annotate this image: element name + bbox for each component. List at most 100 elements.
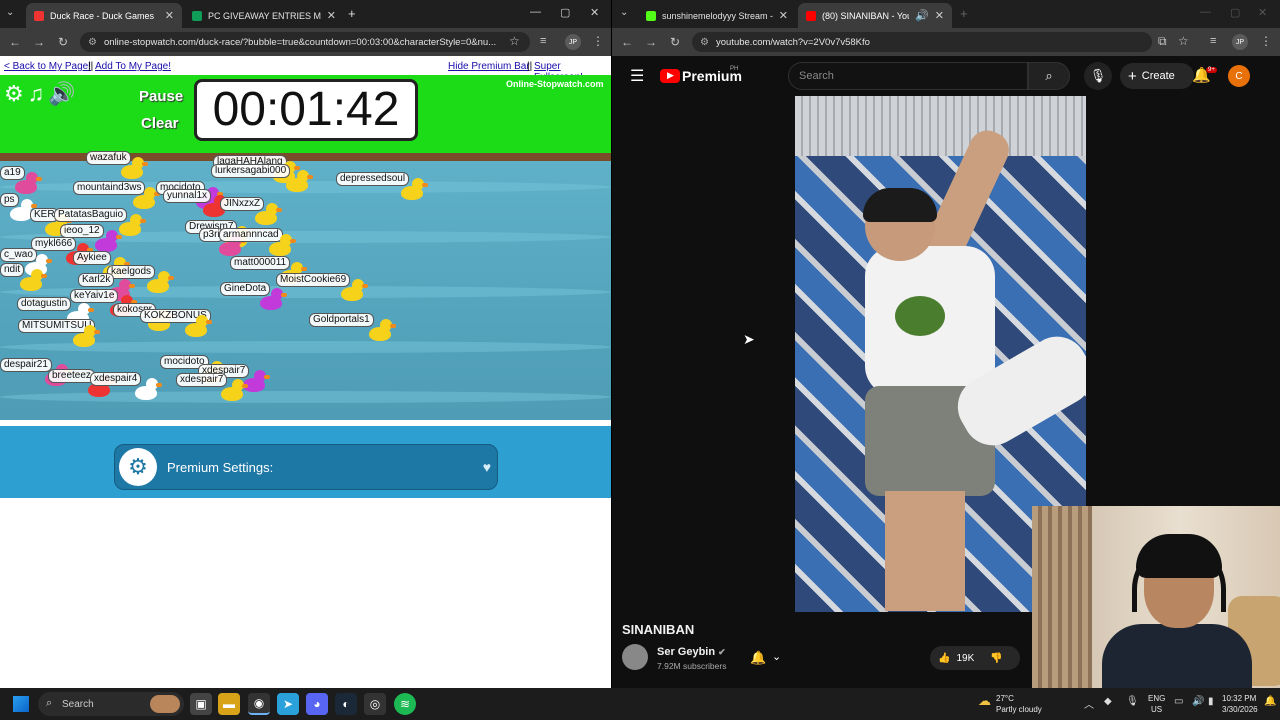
- obs-icon[interactable]: ◎: [364, 693, 386, 715]
- clock-time[interactable]: 10:32 PM: [1222, 694, 1256, 704]
- close-window-icon[interactable]: ✕: [590, 6, 599, 19]
- site-info-icon[interactable]: ⚙: [700, 37, 709, 48]
- duck-sprite: [15, 172, 42, 194]
- tab-title: Duck Race - Duck Games: [50, 10, 155, 21]
- webcam-curtain: [1032, 506, 1092, 688]
- keyboard-region[interactable]: US: [1151, 705, 1162, 715]
- weather-icon[interactable]: ☁: [978, 693, 991, 709]
- language-code[interactable]: ENG: [1148, 694, 1165, 704]
- sound-icon[interactable]: 🔊: [48, 81, 75, 107]
- reload-icon[interactable]: ↻: [663, 30, 687, 54]
- volume-icon[interactable]: 🔊: [1192, 696, 1204, 707]
- music-off-icon[interactable]: ♫: [28, 81, 45, 107]
- file-explorer-icon[interactable]: ▬: [218, 693, 240, 715]
- close-tab-icon[interactable]: ✕: [779, 9, 788, 22]
- dislike-thumb-icon[interactable]: 👎: [990, 653, 1002, 664]
- new-tab-icon[interactable]: +: [960, 6, 968, 21]
- hamburger-menu-icon[interactable]: ☰: [630, 66, 644, 86]
- channel-avatar[interactable]: [622, 644, 648, 670]
- chevron-down-icon[interactable]: ⌄: [772, 650, 781, 663]
- back-icon[interactable]: ←: [3, 30, 27, 54]
- notification-center-icon[interactable]: 🔔: [1264, 696, 1276, 707]
- menu-kebab-icon[interactable]: ⋮: [592, 34, 604, 48]
- discord-icon[interactable]: ◕: [306, 693, 328, 715]
- new-tab-icon[interactable]: +: [348, 6, 356, 21]
- tab-search-icon[interactable]: ⌄: [6, 7, 14, 18]
- taskbar-search[interactable]: ⌕ Search: [38, 692, 184, 716]
- hide-premium-bar-link[interactable]: Hide Premium Bar: [448, 61, 530, 72]
- bookmark-star-icon[interactable]: ☆: [1178, 34, 1189, 48]
- tab-search-icon[interactable]: ⌄: [620, 7, 628, 18]
- tab-giveaway[interactable]: PC GIVEAWAY ENTRIES MAY 20 ✕: [184, 3, 344, 28]
- create-button[interactable]: + Create: [1120, 63, 1194, 89]
- maximize-icon[interactable]: ▢: [560, 6, 570, 19]
- battery-icon[interactable]: ▮: [1208, 696, 1214, 707]
- game-controls: ⚙ ♫ 🔊: [4, 81, 76, 107]
- url-text: youtube.com/watch?v=2V0v7v58Kfo: [716, 36, 870, 48]
- chrome-icon[interactable]: ◉: [248, 693, 270, 715]
- clock-date[interactable]: 3/30/2026: [1222, 705, 1258, 715]
- tab-kick-stream[interactable]: sunshinemelodyyy Stream - Wa ✕: [638, 3, 796, 28]
- clear-button[interactable]: Clear: [141, 115, 179, 132]
- minimize-icon[interactable]: —: [1200, 6, 1211, 18]
- channel-name[interactable]: Ser Geybin ✔: [657, 646, 726, 658]
- profile-avatar[interactable]: JP: [565, 34, 581, 50]
- back-icon[interactable]: ←: [615, 30, 639, 54]
- tab-youtube[interactable]: (80) SINANIBAN - YouTube 🔊 ✕: [798, 3, 952, 28]
- weather-temp: 27°C: [996, 694, 1014, 703]
- task-view-icon[interactable]: ▣: [190, 693, 212, 715]
- forward-icon[interactable]: →: [639, 30, 663, 54]
- close-window-icon[interactable]: ✕: [1258, 6, 1267, 19]
- maximize-icon[interactable]: ▢: [1230, 6, 1240, 19]
- close-tab-icon[interactable]: ✕: [165, 9, 174, 22]
- site-info-icon[interactable]: ⚙: [88, 37, 97, 48]
- duck-sprite: [20, 269, 47, 291]
- left-tab-strip: ⌄ Duck Race - Duck Games ✕ PC GIVEAWAY E…: [0, 0, 611, 28]
- close-tab-icon[interactable]: ✕: [327, 9, 336, 22]
- profile-avatar[interactable]: JP: [1232, 34, 1248, 50]
- menu-kebab-icon[interactable]: ⋮: [1260, 34, 1272, 48]
- pause-button[interactable]: Pause: [139, 88, 183, 105]
- heart-icon: ♥: [482, 459, 491, 475]
- webcam-person-shirt: [1102, 624, 1252, 688]
- telegram-icon[interactable]: ➤: [277, 693, 299, 715]
- reload-icon[interactable]: ↻: [51, 30, 75, 54]
- user-avatar[interactable]: C: [1228, 65, 1250, 87]
- mic-tray-icon[interactable]: 🎙: [1126, 696, 1139, 707]
- steam-icon[interactable]: ◐: [335, 693, 357, 715]
- minimize-icon[interactable]: —: [530, 6, 541, 18]
- subscribed-bell-icon[interactable]: 🔔: [750, 650, 766, 666]
- premium-settings-button[interactable]: ⚙ Premium Settings: ♥: [114, 444, 498, 490]
- tray-overflow-chevron-icon[interactable]: ︿: [1084, 696, 1094, 711]
- bookmark-star-icon[interactable]: ☆: [509, 34, 520, 48]
- youtube-search-input[interactable]: Search: [788, 62, 1028, 90]
- play-triangle-icon: ▶: [667, 70, 674, 80]
- like-thumb-icon[interactable]: 👍: [938, 653, 950, 664]
- voice-search-mic-icon[interactable]: 🎙: [1084, 62, 1112, 90]
- search-button[interactable]: ⌕: [1028, 62, 1070, 90]
- spotify-icon[interactable]: ≋: [394, 693, 416, 715]
- address-bar[interactable]: ⚙ youtube.com/watch?v=2V0v7v58Kfo: [692, 32, 1152, 52]
- add-to-page-link[interactable]: Add To My Page!: [95, 61, 171, 72]
- duck-sprite: [121, 157, 148, 179]
- left-browser-window: ⌄ Duck Race - Duck Games ✕ PC GIVEAWAY E…: [0, 0, 611, 688]
- duck-sprite: [341, 279, 368, 301]
- address-bar[interactable]: ⚙ online-stopwatch.com/duck-race/?bubble…: [80, 32, 530, 52]
- wifi-icon[interactable]: ▭: [1174, 696, 1183, 707]
- install-app-icon[interactable]: ⧉: [1158, 34, 1167, 49]
- back-to-page-link[interactable]: < Back to My Page!: [4, 61, 91, 72]
- windows-start-icon[interactable]: [13, 696, 29, 712]
- network-app-icon[interactable]: ◆: [1104, 696, 1112, 707]
- duck-sprite: [221, 379, 248, 401]
- close-tab-icon[interactable]: ✕: [935, 9, 944, 22]
- forward-icon[interactable]: →: [27, 30, 51, 54]
- kick-favicon-icon: [646, 10, 656, 21]
- duck-sprite: [73, 325, 100, 347]
- video-leaves: [895, 296, 945, 336]
- tab-duck-race[interactable]: Duck Race - Duck Games ✕: [26, 3, 182, 28]
- extensions-icon[interactable]: ≡: [540, 35, 546, 47]
- extensions-icon[interactable]: ≡: [1210, 35, 1216, 47]
- webcam-overlay: [1032, 506, 1280, 688]
- settings-gear-icon[interactable]: ⚙: [4, 81, 24, 107]
- tab-audio-icon[interactable]: 🔊: [915, 9, 929, 22]
